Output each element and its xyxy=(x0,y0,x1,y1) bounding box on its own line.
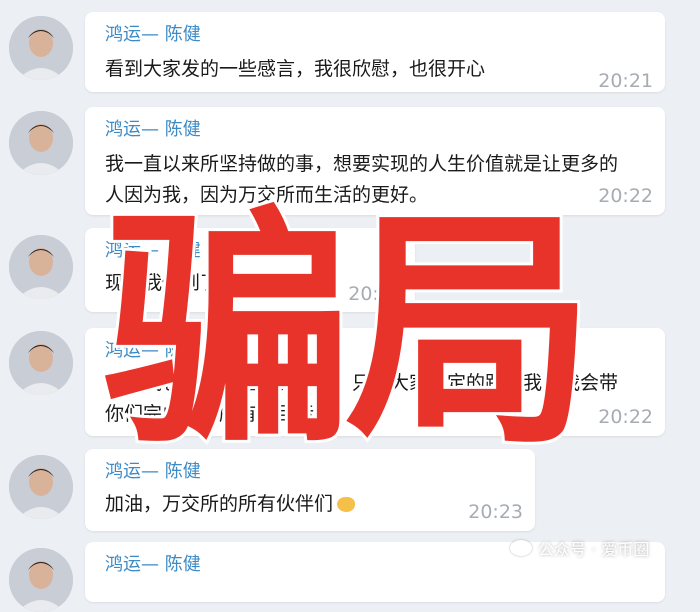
message-text: 你们完成你们所有的目标 xyxy=(105,399,337,430)
message-bubble: 鸿运— 陈健 我一直以来所坚持做的事，想要实现的人生价值就是让更多的 人因为我，… xyxy=(85,107,665,215)
message-text: 人因为我，因为万交所而生活的更好。 xyxy=(105,184,429,206)
message-time: 20:22 xyxy=(598,185,653,207)
message-bubble: 鸿运— 陈健 现在我做到了 20:22 xyxy=(85,228,415,312)
message-bubble: 鸿运— 陈健 加油，万交所的所有伙伴们 20:23 xyxy=(85,449,535,531)
avatar[interactable] xyxy=(9,111,73,175)
message-bubble: 鸿运— 陈健 未来我也会一直坚持做下去，只要大家坚定的跟着我，我会带 你们完成你… xyxy=(85,328,665,436)
avatar[interactable] xyxy=(9,331,73,395)
message-text: 现在我做到了 xyxy=(105,268,242,299)
avatar[interactable] xyxy=(9,235,73,299)
sender-name[interactable]: 鸿运— 陈健 xyxy=(105,20,201,46)
message-time: 20:23 xyxy=(468,501,523,523)
sender-name[interactable]: 鸿运— 陈健 xyxy=(105,336,201,362)
sender-name[interactable]: 鸿运— 陈健 xyxy=(105,115,201,141)
message-text: 看到大家发的一些感言，我很欣慰，也很开心 xyxy=(105,58,486,80)
sender-name[interactable]: 鸿运— 陈健 xyxy=(105,550,201,576)
sender-name[interactable]: 鸿运— 陈健 xyxy=(105,457,201,483)
fire-emoji-icon xyxy=(223,276,242,291)
message-line: 你们完成你们所有的目标 xyxy=(105,403,315,425)
wechat-icon xyxy=(510,540,532,556)
message-line: 加油，万交所的所有伙伴们 xyxy=(105,493,334,515)
avatar[interactable] xyxy=(9,548,73,612)
message-time: 20:22 xyxy=(598,406,653,428)
message-text: 我一直以来所坚持做的事，想要实现的人生价值就是让更多的 xyxy=(105,153,619,175)
fire-emoji-icon xyxy=(318,407,337,422)
message-time: 20:21 xyxy=(598,70,653,92)
message-time: 20:22 xyxy=(348,283,403,305)
watermark: 公众号 · 爱币圈 xyxy=(510,536,649,560)
avatar[interactable] xyxy=(9,455,73,519)
message-bubble: 鸿运— 陈健 看到大家发的一些感言，我很欣慰，也很开心 20:21 xyxy=(85,12,665,92)
fist-emoji-icon xyxy=(337,497,356,512)
sender-name[interactable]: 鸿运— 陈健 xyxy=(105,236,201,262)
message-text: 未来我也会一直坚持做下去，只要大家坚定的跟着我，我会带 xyxy=(105,372,619,394)
avatar[interactable] xyxy=(9,16,73,80)
watermark-text: 公众号 · 爱币圈 xyxy=(538,540,650,559)
message-text: 加油，万交所的所有伙伴们 xyxy=(105,489,356,520)
message-line: 现在我做到了 xyxy=(105,272,220,294)
